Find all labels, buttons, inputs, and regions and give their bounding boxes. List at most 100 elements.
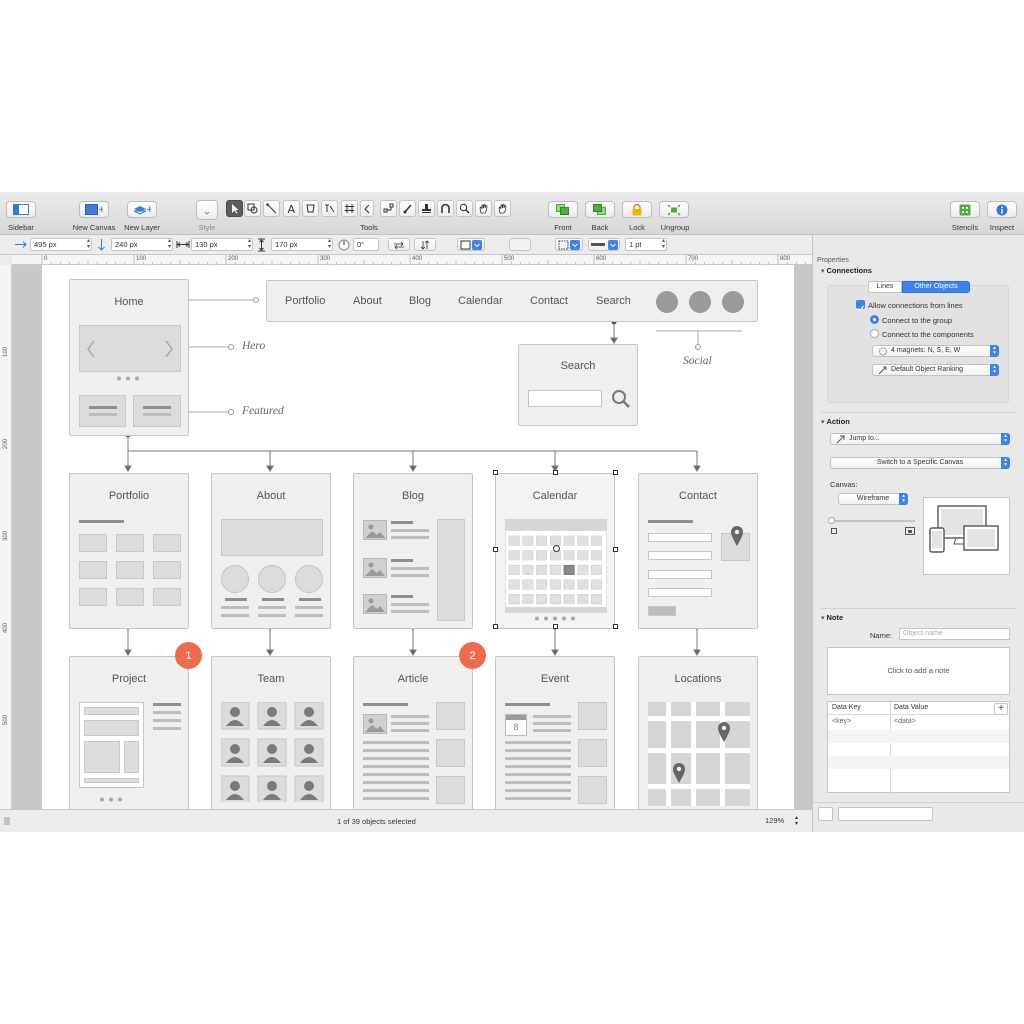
action-popup[interactable]: Jump to... ▴ ▾ — [830, 433, 1010, 445]
rotation-field[interactable]: 0° — [353, 238, 379, 251]
stroke-width-field[interactable]: 1 pt ▴ ▾ — [625, 238, 667, 251]
note-header[interactable]: Note — [821, 613, 843, 622]
front-button[interactable] — [548, 201, 578, 218]
x-position-field[interactable]: 495 px ▴ ▾ — [30, 238, 92, 251]
selection-handle[interactable] — [553, 470, 558, 475]
tab-lines[interactable]: Lines — [868, 281, 902, 293]
browse-tool-icon[interactable] — [494, 200, 511, 217]
selection-handle[interactable] — [553, 624, 558, 629]
blog-card[interactable]: Blog — [353, 473, 473, 629]
selection-handle[interactable] — [613, 624, 618, 629]
text-tool-icon[interactable]: A — [283, 200, 300, 217]
portfolio-card[interactable]: Portfolio — [69, 473, 189, 629]
new-canvas-icon: + — [85, 204, 103, 215]
selection-handle[interactable] — [493, 624, 498, 629]
diagram-tool-icon[interactable] — [302, 200, 319, 217]
inspect-button[interactable] — [987, 201, 1017, 218]
action-header[interactable]: Action — [821, 417, 849, 426]
selection-handle[interactable] — [493, 470, 498, 475]
sidebar-button[interactable] — [6, 201, 36, 218]
selection-handle[interactable] — [613, 547, 618, 552]
style-button[interactable] — [196, 200, 218, 220]
fill-popup[interactable] — [457, 238, 485, 251]
connect-components-radio[interactable] — [870, 329, 879, 338]
inspector-toggle-button[interactable] — [818, 807, 833, 821]
ruler-label: 200 — [3, 438, 10, 450]
selection-handle[interactable] — [613, 470, 618, 475]
width-field[interactable]: 130 px ▴ ▾ — [191, 238, 253, 251]
ruler-label: 100 — [136, 256, 147, 262]
search-card[interactable]: Search — [518, 344, 638, 426]
grid-tool-icon[interactable] — [341, 200, 358, 217]
fill-color-well[interactable] — [509, 238, 531, 251]
stamp-tool-icon[interactable] — [418, 200, 435, 217]
large-canvas-icon[interactable] — [905, 527, 915, 535]
shape-tool-icon[interactable] — [244, 200, 261, 217]
locations-card[interactable]: Locations — [638, 656, 758, 809]
data-key-cell[interactable]: <key> — [832, 718, 851, 725]
line-tool-icon[interactable] — [263, 200, 280, 217]
canvas-scroll-area[interactable]: Home Hero Featured Social Portfolio Abou… — [12, 265, 812, 809]
ungroup-button[interactable] — [659, 201, 689, 218]
stroke-style-popup[interactable] — [555, 238, 583, 251]
pager-dots — [117, 376, 139, 381]
tab-other-objects[interactable]: Other Objects — [902, 281, 970, 293]
rotation-handle[interactable] — [553, 545, 560, 552]
ruler-label: 100 — [3, 346, 10, 358]
object-ranking-popup[interactable]: Default Object Ranking ▴ ▾ — [872, 364, 999, 376]
calendar-day-cell — [508, 579, 520, 590]
select-tool-icon[interactable] — [226, 200, 243, 217]
contact-card[interactable]: Contact — [638, 473, 758, 629]
canvas-popup[interactable]: Wireframe ▴ ▾ — [838, 493, 908, 505]
line-weight-popup[interactable] — [588, 238, 620, 251]
allow-connections-checkbox[interactable] — [856, 300, 865, 312]
magnet-tool-icon[interactable] — [437, 200, 454, 217]
hand-tool-icon[interactable] — [475, 200, 492, 217]
small-canvas-icon[interactable] — [831, 528, 837, 534]
magnets-popup[interactable]: 4 magnets: N, S, E, W ▴ ▾ — [872, 345, 999, 357]
selection-status: 1 of 39 objects selected — [337, 817, 416, 826]
connect-tool-icon[interactable] — [380, 200, 397, 217]
event-card[interactable]: Event 8 — [495, 656, 615, 809]
lock-button[interactable] — [622, 201, 652, 218]
lock-label: Lock — [629, 223, 645, 232]
object-name-input[interactable]: Object name — [899, 628, 1010, 640]
inspector-search-field[interactable] — [838, 807, 933, 821]
connections-header[interactable]: Connections — [821, 266, 871, 275]
switch-canvas-popup[interactable]: Switch to a Specific Canvas ▴ ▾ — [830, 457, 1010, 469]
back-button[interactable] — [585, 201, 615, 218]
zoom-popup[interactable]: 129% ▴ ▾ — [760, 814, 800, 827]
height-field[interactable]: 170 px ▴ ▾ — [271, 238, 333, 251]
zoom-tool-icon[interactable] — [456, 200, 473, 217]
new-layer-button[interactable]: + — [127, 201, 157, 218]
y-position-field[interactable]: 240 px ▴ ▾ — [111, 238, 173, 251]
nav-bar[interactable]: Portfolio About Blog Calendar Contact Se… — [266, 280, 758, 322]
article-card[interactable]: Article — [353, 656, 473, 809]
rotation-dial-icon — [338, 239, 350, 251]
social-icons — [656, 291, 744, 313]
home-card[interactable]: Home — [69, 279, 189, 436]
about-card[interactable]: About — [211, 473, 331, 629]
sidebar-icon — [13, 204, 29, 215]
resize-grip-icon[interactable] — [4, 817, 10, 825]
flip-horizontal-button[interactable] — [388, 238, 410, 251]
pen-tool-icon[interactable] — [321, 200, 338, 217]
width-icon — [176, 241, 190, 248]
nav-item-portfolio: Portfolio — [285, 295, 326, 307]
selection-handle[interactable] — [493, 547, 498, 552]
add-row-button[interactable]: + — [994, 703, 1008, 715]
note-textarea[interactable]: Click to add a note — [827, 647, 1010, 695]
stencils-button[interactable] — [950, 201, 980, 218]
project-card[interactable]: Project — [69, 656, 189, 809]
zoom-slider[interactable] — [828, 517, 915, 524]
chevron-left-icon[interactable] — [360, 200, 374, 217]
style-brush-icon[interactable] — [399, 200, 416, 217]
connect-group-radio[interactable] — [870, 315, 879, 324]
ruler-label: 300 — [3, 530, 10, 542]
ruler-label: 600 — [596, 256, 607, 262]
flip-vertical-button[interactable] — [414, 238, 436, 251]
canvas[interactable]: Home Hero Featured Social Portfolio Abou… — [42, 265, 794, 809]
team-card[interactable]: Team — [211, 656, 331, 809]
data-value-cell[interactable]: <data> — [894, 718, 916, 725]
new-canvas-button[interactable]: + — [79, 201, 109, 218]
